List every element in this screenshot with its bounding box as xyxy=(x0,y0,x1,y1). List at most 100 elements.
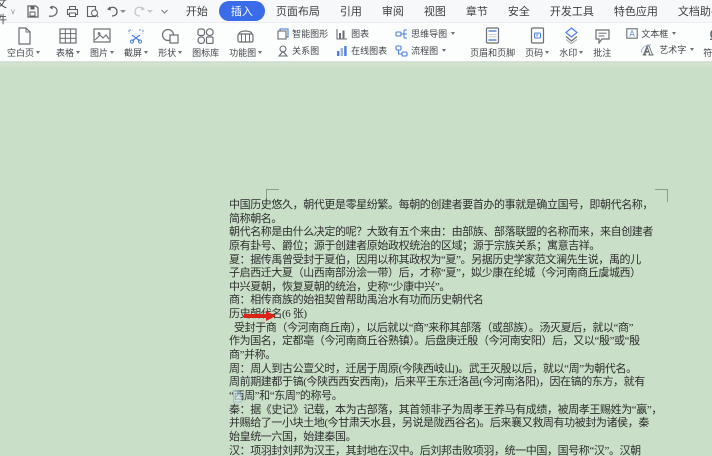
tab-page-layout[interactable]: 页面布局 xyxy=(267,1,329,21)
watermark-label: 水印 xyxy=(559,46,577,59)
undo-icon xyxy=(106,5,119,17)
flowchart-button[interactable]: 流程图 xyxy=(395,44,455,57)
tab-view[interactable]: 视图 xyxy=(415,1,455,21)
header-footer-label: 页眉和页脚 xyxy=(470,46,515,59)
doc-line: 原有卦号、爵位；源于创建者原始政权统治的区域；源于宗族关系；寓意吉祥。 xyxy=(229,240,685,254)
tab-references[interactable]: 引用 xyxy=(331,1,371,21)
quick-access-toolbar xyxy=(26,5,169,18)
relation-diagram-label: 关系图 xyxy=(292,44,319,57)
chart-button[interactable]: 图表 xyxy=(336,27,387,40)
chevron-down-icon: ∨ xyxy=(10,7,16,16)
icon-library-button[interactable]: 图标库 xyxy=(187,23,224,61)
picture-label: 图片 xyxy=(90,46,108,59)
object-anchor[interactable] xyxy=(232,390,255,403)
tab-security[interactable]: 安全 xyxy=(499,1,539,21)
undo-button[interactable] xyxy=(106,5,126,17)
function-diagram-button[interactable]: 功能图 xyxy=(224,23,267,61)
diagram-stack-1: 智能图形 关系图 xyxy=(273,23,332,61)
relation-diagram-button[interactable]: 关系图 xyxy=(277,44,328,57)
print-preview-button[interactable] xyxy=(86,5,99,18)
chart-icon xyxy=(336,28,348,40)
online-chart-button[interactable]: 在线图表 xyxy=(336,44,387,57)
doc-line: 朝代名称是由什么决定的呢？大致有五个来由：由部族、部落联盟的名称而来，来自创建者 xyxy=(229,226,685,240)
blank-page-label: 空白页 xyxy=(7,46,34,59)
picture-button[interactable]: 图片 xyxy=(85,23,119,61)
screenshot-button[interactable]: 截屏 xyxy=(119,23,153,61)
comment-icon xyxy=(594,26,611,45)
svg-text:#: # xyxy=(535,33,538,39)
print-button[interactable] xyxy=(66,5,79,18)
export-pdf-button[interactable] xyxy=(46,5,59,18)
screenshot-icon xyxy=(127,26,145,45)
save-button[interactable] xyxy=(26,5,39,18)
doc-line: 子启西迁大夏（山西南部汾浍一带）后，才称“夏”，姒少康在纶城（今河南商丘虞城西） xyxy=(229,267,685,281)
tab-dev-tools[interactable]: 开发工具 xyxy=(541,1,603,21)
tab-special-features[interactable]: 特色应用 xyxy=(605,1,667,21)
tab-review[interactable]: 审阅 xyxy=(373,1,413,21)
function-diagram-icon xyxy=(236,26,255,45)
dropdown-caret xyxy=(258,51,262,54)
doc-line: 周：周人到古公亶父时，迁居于周原(今陕西岐山)。武王灭殷以后，就以“周”为朝代名… xyxy=(229,363,685,377)
undo-dropdown-caret xyxy=(120,10,126,13)
dropdown-caret xyxy=(110,51,114,54)
redo-button[interactable] xyxy=(133,5,153,17)
mindmap-button[interactable]: 思维导图 xyxy=(395,27,455,40)
doc-line: 作为国名，定都亳（今河南商丘谷熟镇）。后盘庚迁殷（今河南安阳）后，又以“殷”或“… xyxy=(229,335,685,349)
icon-library-label: 图标库 xyxy=(192,46,219,59)
customize-quick-access-button[interactable] xyxy=(160,7,169,16)
redo-dropdown-caret xyxy=(147,10,153,13)
symbol-button[interactable]: Ω 符号 xyxy=(698,23,712,61)
header-footer-button[interactable]: 页眉和页脚 xyxy=(465,23,520,61)
doc-line: 周前期建都于镐(今陕西西安西南)，后来平王东迁洛邑(今河南洛阳)，因在镐的东方，… xyxy=(229,376,685,390)
redo-icon xyxy=(133,5,146,17)
blank-page-button[interactable]: 空白页 xyxy=(2,23,45,61)
picture-icon xyxy=(93,26,111,45)
svg-text:A: A xyxy=(630,29,636,38)
online-chart-icon xyxy=(336,45,348,57)
document-text[interactable]: 中国历史悠久，朝代更是零星纷繁。每朝的创建者要首办的事就是确立国号，即朝代名称，… xyxy=(229,199,685,456)
dropdown-caret xyxy=(36,51,40,54)
dropdown-caret xyxy=(690,48,694,51)
doc-line: “西周”和“东周”的称号。 xyxy=(229,390,685,404)
ribbon: 空白页 表格 图片 截屏 形状 图标库 功能图 智能图形 关系图 图表 在线图表… xyxy=(0,23,712,62)
export-icon xyxy=(46,5,59,18)
diagram-stack-3: 思维导图 流程图 xyxy=(391,23,459,61)
doc-line: 汉：项羽封刘邦为汉王，其封地在汉中。后刘邦击败项羽，统一中国，国号称“汉”。汉朝 xyxy=(229,445,685,456)
table-button[interactable]: 表格 xyxy=(51,23,85,61)
symbol-label: 符号 xyxy=(703,46,712,59)
diagram-stack-2: 图表 在线图表 xyxy=(332,23,391,61)
tab-insert[interactable]: 插入 xyxy=(219,1,265,21)
textbox-label: 文本框 xyxy=(641,27,668,40)
tab-section[interactable]: 章节 xyxy=(457,1,497,21)
dropdown-caret xyxy=(178,51,182,54)
doc-line: 受封于商（今河南商丘南），以后就以“商”来称其部落（或部族）。汤灭夏后，就以“商… xyxy=(229,322,685,336)
save-icon xyxy=(26,5,39,18)
tab-home[interactable]: 开始 xyxy=(177,1,217,21)
paste-options-icon xyxy=(232,390,243,403)
watermark-icon xyxy=(563,26,580,45)
tab-doc-assistant[interactable]: 文档助手 xyxy=(669,1,712,21)
page-number-button[interactable]: # 页码 xyxy=(520,23,554,61)
dropdown-caret xyxy=(442,49,446,52)
icon-library-icon xyxy=(197,26,214,45)
mindmap-label: 思维导图 xyxy=(411,27,447,40)
blank-page-icon xyxy=(16,26,32,45)
page-number-icon: # xyxy=(530,26,545,45)
anchor-dash-icon xyxy=(249,396,255,398)
watermark-button[interactable]: 水印 xyxy=(554,23,588,61)
document-canvas[interactable]: 中国历史悠久，朝代更是零星纷繁。每朝的创建者要首办的事就是确立国号，即朝代名称，… xyxy=(0,63,712,456)
comment-button[interactable]: 批注 xyxy=(588,23,616,61)
shapes-button[interactable]: 形状 xyxy=(153,23,187,61)
title-bar: 文件 ∨ 开始 插入 页面布局 引用 审阅 视图 章节 安全 开发工具 特色应用… xyxy=(0,0,712,23)
doc-line: 中兴夏朝，恢复夏朝的统治，史称“少康中兴”。 xyxy=(229,281,685,295)
textbox-button[interactable]: A 文本框 xyxy=(626,27,694,40)
smart-graphics-button[interactable]: 智能图形 xyxy=(277,27,328,40)
red-arrow-annotation xyxy=(244,311,276,321)
dropdown-caret xyxy=(451,32,455,35)
comment-label: 批注 xyxy=(593,46,611,59)
doc-line: 商”并称。 xyxy=(229,349,685,363)
wordart-button[interactable]: A艺术字 xyxy=(626,42,694,58)
dropdown-caret xyxy=(545,51,549,54)
dropdown-caret xyxy=(144,51,148,54)
mindmap-icon xyxy=(395,28,408,40)
